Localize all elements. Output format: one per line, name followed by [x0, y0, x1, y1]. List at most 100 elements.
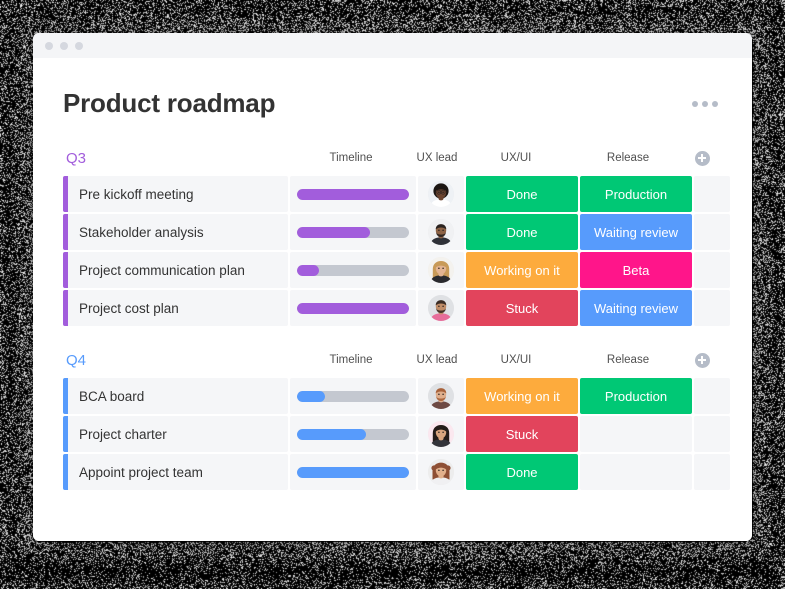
progress-track [297, 227, 409, 238]
plus-circle-icon[interactable] [695, 353, 710, 368]
progress-fill [297, 189, 409, 200]
status-label: Working on it [484, 263, 560, 278]
table-row[interactable]: Pre kickoff meeting Done Production [63, 176, 722, 212]
column-header-ux-ui[interactable]: UX/UI [460, 354, 572, 366]
avatar [428, 459, 454, 485]
row-name-cell[interactable]: Pre kickoff meeting [63, 176, 288, 212]
status-badge-release[interactable]: Waiting review [580, 290, 692, 326]
status-badge-ux-ui[interactable]: Done [466, 214, 578, 250]
row-timeline-cell[interactable] [290, 252, 416, 288]
more-dot-3 [712, 101, 718, 107]
more-horizontal-icon[interactable] [688, 95, 722, 113]
row-trailing-cell[interactable] [694, 416, 730, 452]
table-row[interactable]: Appoint project team Done [63, 454, 722, 490]
page-body: Product roadmap Q3 Timeline UX lead UX/UI Re… [33, 58, 752, 541]
group-header: Q3 Timeline UX lead UX/UI Release [63, 147, 722, 169]
status-label: Working on it [484, 389, 560, 404]
status-badge-release[interactable]: Waiting review [580, 214, 692, 250]
row-name-cell[interactable]: Project cost plan [63, 290, 288, 326]
avatar [428, 219, 454, 245]
column-header-timeline[interactable]: Timeline [288, 354, 414, 366]
column-header-timeline[interactable]: Timeline [288, 152, 414, 164]
row-trailing-cell[interactable] [694, 290, 730, 326]
column-header-ux-lead[interactable]: UX lead [414, 354, 460, 366]
add-column-cell [684, 151, 720, 166]
row-timeline-cell[interactable] [290, 290, 416, 326]
board-group-q4: Q4 Timeline UX lead UX/UI Release BCA board [63, 349, 722, 490]
more-dot-1 [692, 101, 698, 107]
table-row[interactable]: BCA board Working on it Production [63, 378, 722, 414]
board-groups: Q3 Timeline UX lead UX/UI Release Pre kickof… [63, 147, 722, 490]
status-badge-release[interactable]: Beta [580, 252, 692, 288]
row-ux-lead-cell[interactable] [418, 214, 464, 250]
row-name-cell[interactable]: Stakeholder analysis [63, 214, 288, 250]
status-badge-ux-ui[interactable]: Done [466, 454, 578, 490]
column-header-release[interactable]: Release [572, 152, 684, 164]
progress-fill [297, 467, 409, 478]
row-trailing-cell[interactable] [694, 252, 730, 288]
column-header-ux-lead[interactable]: UX lead [414, 152, 460, 164]
row-ux-lead-cell[interactable] [418, 378, 464, 414]
row-name-label: Appoint project team [79, 465, 203, 480]
window-dot-close[interactable] [45, 42, 53, 50]
progress-fill [297, 303, 409, 314]
window-dot-minimize[interactable] [60, 42, 68, 50]
row-trailing-cell[interactable] [694, 176, 730, 212]
status-badge-ux-ui[interactable]: Working on it [466, 252, 578, 288]
progress-track [297, 391, 409, 402]
window-dot-maximize[interactable] [75, 42, 83, 50]
row-ux-lead-cell[interactable] [418, 416, 464, 452]
row-timeline-cell[interactable] [290, 416, 416, 452]
progress-fill [297, 227, 370, 238]
progress-fill [297, 429, 366, 440]
row-timeline-cell[interactable] [290, 176, 416, 212]
status-badge-ux-ui[interactable]: Stuck [466, 416, 578, 452]
row-ux-lead-cell[interactable] [418, 454, 464, 490]
row-timeline-cell[interactable] [290, 454, 416, 490]
status-label: Waiting review [594, 225, 678, 240]
row-timeline-cell[interactable] [290, 214, 416, 250]
status-label: Done [506, 187, 537, 202]
status-badge-release[interactable] [580, 454, 692, 490]
table-row[interactable]: Project charter Stuck [63, 416, 722, 452]
column-header-ux-ui[interactable]: UX/UI [460, 152, 572, 164]
row-name-cell[interactable]: Appoint project team [63, 454, 288, 490]
row-name-cell[interactable]: Project communication plan [63, 252, 288, 288]
table-row[interactable]: Stakeholder analysis Done Waiting review [63, 214, 722, 250]
status-badge-ux-ui[interactable]: Done [466, 176, 578, 212]
board-group-q3: Q3 Timeline UX lead UX/UI Release Pre kickof… [63, 147, 722, 326]
group-title[interactable]: Q4 [63, 352, 288, 369]
app-window: Product roadmap Q3 Timeline UX lead UX/UI Re… [33, 33, 752, 541]
page-title: Product roadmap [63, 88, 275, 119]
row-name-label: Stakeholder analysis [79, 225, 204, 240]
plus-circle-icon[interactable] [695, 151, 710, 166]
table-row[interactable]: Project cost plan Stuck Waiting review [63, 290, 722, 326]
status-badge-release[interactable] [580, 416, 692, 452]
row-ux-lead-cell[interactable] [418, 176, 464, 212]
row-ux-lead-cell[interactable] [418, 290, 464, 326]
row-name-label: Project cost plan [79, 301, 179, 316]
progress-track [297, 265, 409, 276]
group-title[interactable]: Q3 [63, 150, 288, 167]
status-badge-ux-ui[interactable]: Stuck [466, 290, 578, 326]
more-dot-2 [702, 101, 708, 107]
status-badge-release[interactable]: Production [580, 176, 692, 212]
row-name-label: Pre kickoff meeting [79, 187, 194, 202]
row-name-cell[interactable]: BCA board [63, 378, 288, 414]
status-badge-ux-ui[interactable]: Working on it [466, 378, 578, 414]
row-trailing-cell[interactable] [694, 454, 730, 490]
row-name-label: BCA board [79, 389, 144, 404]
column-header-release[interactable]: Release [572, 354, 684, 366]
row-trailing-cell[interactable] [694, 214, 730, 250]
status-badge-release[interactable]: Production [580, 378, 692, 414]
row-name-cell[interactable]: Project charter [63, 416, 288, 452]
avatar [428, 421, 454, 447]
page-header: Product roadmap [63, 58, 722, 125]
row-trailing-cell[interactable] [694, 378, 730, 414]
progress-track [297, 467, 409, 478]
row-timeline-cell[interactable] [290, 378, 416, 414]
row-name-label: Project charter [79, 427, 167, 442]
table-row[interactable]: Project communication plan Working on it… [63, 252, 722, 288]
progress-track [297, 303, 409, 314]
row-ux-lead-cell[interactable] [418, 252, 464, 288]
